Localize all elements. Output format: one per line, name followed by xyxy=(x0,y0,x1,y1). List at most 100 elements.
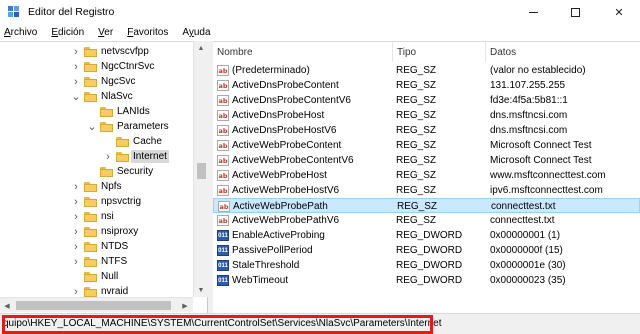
value-row[interactable]: ab (Predeterminado) REG_SZ (valor no establ… xyxy=(213,63,640,78)
tree-item-cache[interactable]: Cache xyxy=(0,134,193,149)
value-row[interactable]: ab ActiveDnsProbeHost REG_SZ dns.msftncsi.c… xyxy=(213,108,640,123)
tree-item-ngcsvc[interactable]: › NgcSvc xyxy=(0,74,193,89)
tree-item-lanids[interactable]: LANIds xyxy=(0,104,193,119)
value-row[interactable]: ab ActiveWebProbeHostV6 REG_SZ ipv6.msftcon… xyxy=(213,183,640,198)
value-name: WebTimeout xyxy=(232,275,289,286)
chevron-right-icon[interactable]: › xyxy=(72,194,80,209)
string-value-icon: ab xyxy=(217,80,229,91)
folder-icon xyxy=(84,227,97,237)
folder-icon xyxy=(84,47,97,57)
tree-item-label: Parameters xyxy=(117,121,169,132)
tree-item-npsvctrig[interactable]: › npsvctrig xyxy=(0,194,193,209)
tree-item-nlasvc[interactable]: ⌄ NlaSvc xyxy=(0,89,193,104)
folder-icon xyxy=(84,257,97,267)
value-type: REG_SZ xyxy=(396,65,437,76)
menu-item-ver[interactable]: Ver xyxy=(98,27,113,38)
folder-icon xyxy=(100,122,113,132)
folder-icon xyxy=(100,167,113,177)
value-row[interactable]: 011 PassivePollPeriod REG_DWORD 0x0000000f … xyxy=(213,243,640,258)
value-type: REG_SZ xyxy=(396,140,437,151)
value-name: ActiveDnsProbeHostV6 xyxy=(232,125,337,136)
value-row[interactable]: ab ActiveWebProbePathV6 REG_SZ connecttest.… xyxy=(213,213,640,228)
scroll-left-arrow-icon[interactable]: ◀ xyxy=(0,298,14,313)
value-row[interactable]: ab ActiveWebProbeHost REG_SZ www.msftconnec… xyxy=(213,168,640,183)
value-data: ipv6.msftconnecttest.com xyxy=(490,185,603,196)
tree-item-nsi[interactable]: › nsi xyxy=(0,209,193,224)
value-type: REG_DWORD xyxy=(396,275,463,286)
tree-item-ntfs[interactable]: › NTFS xyxy=(0,254,193,269)
value-name: ActiveWebProbeHost xyxy=(232,170,327,181)
tree-item-label: nsi xyxy=(101,211,114,222)
tree-item-label: Npfs xyxy=(101,181,122,192)
tree-item-internet[interactable]: › Internet xyxy=(0,149,193,164)
chevron-right-icon[interactable]: › xyxy=(72,74,80,89)
value-name: StaleThreshold xyxy=(232,260,300,271)
tree-item-parameters[interactable]: ⌄ Parameters xyxy=(0,119,193,134)
tree-item-netvscvfpp[interactable]: › netvscvfpp xyxy=(0,44,193,59)
values-list[interactable]: Nombre Tipo Datos ab (Predeterminado) REG_… xyxy=(213,41,640,313)
chevron-right-icon[interactable]: › xyxy=(72,224,80,239)
column-header-type[interactable]: Tipo xyxy=(393,42,486,62)
menu-item-edición[interactable]: Edición xyxy=(51,27,84,38)
value-name: (Predeterminado) xyxy=(232,65,310,76)
value-name: ActiveWebProbeHostV6 xyxy=(232,185,340,196)
tree-item-security[interactable]: Security xyxy=(0,164,193,179)
value-row[interactable]: ab ActiveDnsProbeContent REG_SZ 131.107.255… xyxy=(213,78,640,93)
value-row[interactable]: 011 EnableActiveProbing REG_DWORD 0x0000000… xyxy=(213,228,640,243)
chevron-down-icon[interactable]: ⌄ xyxy=(87,119,96,134)
tree-item-label: NgcSvc xyxy=(101,76,136,87)
menu-item-archivo[interactable]: Archivo xyxy=(4,27,37,38)
maximize-button[interactable] xyxy=(554,0,596,24)
value-row[interactable]: ab ActiveDnsProbeContentV6 REG_SZ fd3e:4f5a… xyxy=(213,93,640,108)
scroll-down-arrow-icon[interactable]: ▼ xyxy=(194,283,208,297)
chevron-right-icon[interactable]: › xyxy=(72,179,80,194)
value-name: ActiveDnsProbeHost xyxy=(232,110,325,121)
string-value-icon: ab xyxy=(217,140,229,151)
chevron-down-icon[interactable]: ⌄ xyxy=(71,89,80,104)
chevron-right-icon[interactable]: › xyxy=(72,209,80,224)
tree-item-ntds[interactable]: › NTDS xyxy=(0,239,193,254)
tree-vertical-scrollbar[interactable]: ▲ ▼ xyxy=(193,41,208,297)
value-row[interactable]: ab ActiveDnsProbeHostV6 REG_SZ dns.msftncsi… xyxy=(213,123,640,138)
tree-item-label: npsvctrig xyxy=(101,196,142,207)
tree-item-npfs[interactable]: › Npfs xyxy=(0,179,193,194)
folder-icon xyxy=(84,197,97,207)
value-name: ActiveWebProbePath xyxy=(233,201,328,212)
close-button[interactable]: ✕ xyxy=(598,0,640,24)
value-row[interactable]: ab ActiveWebProbePath REG_SZ connecttest.tx… xyxy=(213,198,640,213)
string-value-icon: ab xyxy=(217,155,229,166)
key-tree[interactable]: › netvscvfpp › NgcCtnrSvc › NgcSvc ⌄ NlaSvc LANI… xyxy=(0,41,208,313)
scroll-right-arrow-icon[interactable]: ▶ xyxy=(178,298,192,313)
value-row[interactable]: 011 StaleThreshold REG_DWORD 0x0000001e (30… xyxy=(213,258,640,273)
minimize-button[interactable] xyxy=(512,0,554,24)
column-header-data[interactable]: Datos xyxy=(486,42,640,62)
chevron-right-icon[interactable]: › xyxy=(72,44,80,59)
value-type: REG_SZ xyxy=(396,125,437,136)
tree-item-nsiproxy[interactable]: › nsiproxy xyxy=(0,224,193,239)
tree-item-label: NTDS xyxy=(101,241,129,252)
tree-item-ngcctnrsvc[interactable]: › NgcCtnrSvc xyxy=(0,59,193,74)
folder-icon xyxy=(100,107,113,117)
string-value-icon: ab xyxy=(217,110,229,121)
menu-item-ayuda[interactable]: Ayuda xyxy=(182,27,210,38)
value-row[interactable]: 011 WebTimeout REG_DWORD 0x00000023 (35) xyxy=(213,273,640,288)
folder-icon xyxy=(84,242,97,252)
chevron-right-icon[interactable]: › xyxy=(72,59,80,74)
value-data: connecttest.txt xyxy=(490,215,555,226)
tree-vertical-scroll-thumb[interactable] xyxy=(197,163,206,179)
tree-item-null[interactable]: Null xyxy=(0,269,193,284)
value-data: (valor no establecido) xyxy=(490,65,586,76)
value-type: REG_SZ xyxy=(396,185,437,196)
menu-item-favoritos[interactable]: Favoritos xyxy=(127,27,168,38)
tree-item-label: NTFS xyxy=(101,256,128,267)
chevron-right-icon[interactable]: › xyxy=(72,239,80,254)
scroll-up-arrow-icon[interactable]: ▲ xyxy=(194,41,208,55)
tree-horizontal-scroll-thumb[interactable] xyxy=(16,301,171,310)
value-row[interactable]: ab ActiveWebProbeContentV6 REG_SZ Microsoft… xyxy=(213,153,640,168)
chevron-right-icon[interactable]: › xyxy=(72,254,80,269)
tree-horizontal-scrollbar[interactable]: ◀ ▶ xyxy=(0,297,193,312)
tree-item-label: Null xyxy=(101,271,119,282)
value-row[interactable]: ab ActiveWebProbeContent REG_SZ Microsoft C… xyxy=(213,138,640,153)
chevron-right-icon[interactable]: › xyxy=(104,149,112,164)
column-header-name[interactable]: Nombre xyxy=(213,42,393,62)
